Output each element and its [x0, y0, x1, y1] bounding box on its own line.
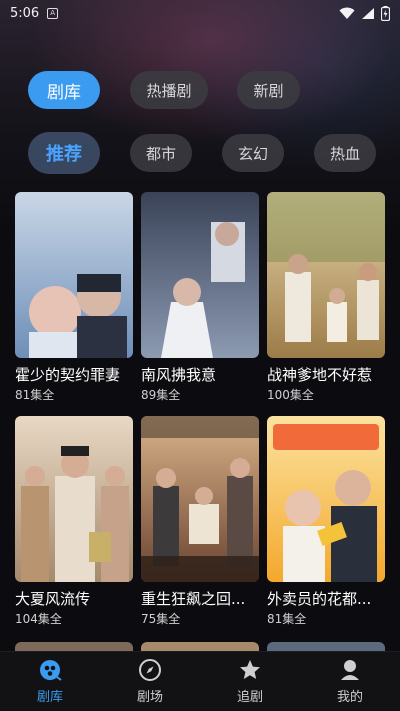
drama-poster[interactable] — [141, 416, 259, 582]
status-time: 5:06 — [10, 5, 40, 21]
drama-poster[interactable] — [141, 192, 259, 358]
drama-card[interactable]: 大夏风流传 104集全 — [15, 416, 133, 627]
wifi-icon — [339, 7, 355, 19]
drama-episodes: 89集全 — [141, 388, 181, 402]
drama-episodes: 81集全 — [15, 388, 55, 402]
drama-poster[interactable] — [267, 416, 385, 582]
drama-card[interactable]: 外卖员的花都... 81集全 — [267, 416, 385, 627]
drama-episodes: 81集全 — [267, 612, 307, 626]
drama-title: 战神爹地不好惹 — [267, 366, 373, 384]
drama-poster[interactable] — [267, 192, 385, 358]
nav-library-label: 剧库 — [36, 690, 63, 705]
library-icon — [40, 660, 62, 681]
drama-episodes: 75集全 — [141, 612, 181, 626]
drama-poster[interactable] — [15, 192, 133, 358]
drama-card[interactable]: 霍少的契约罪妻 81集全 — [15, 192, 133, 403]
nav-theater-label: 剧场 — [136, 690, 163, 705]
drama-title: 霍少的契约罪妻 — [15, 366, 121, 384]
top-tab-bar: 剧库 热播剧 新剧 — [0, 71, 400, 111]
notification-icon: A — [47, 7, 59, 19]
drama-card[interactable]: 南风拂我意 89集全 — [141, 192, 259, 403]
genre-tab-bar: 推荐 都市 玄幻 热血 — [0, 132, 400, 174]
nav-profile[interactable]: 我的 — [300, 652, 400, 711]
drama-poster[interactable] — [15, 416, 133, 582]
drama-episodes: 100集全 — [267, 388, 314, 402]
theater-icon — [139, 659, 161, 681]
nav-following-label: 追剧 — [236, 690, 263, 705]
tab-library[interactable]: 剧库 — [28, 71, 100, 109]
bottom-nav: 剧库 剧场 追剧 我的 — [0, 651, 400, 711]
genre-tab-fantasy[interactable]: 玄幻 — [222, 134, 284, 172]
nav-profile-label: 我的 — [336, 690, 363, 705]
signal-icon — [362, 7, 374, 19]
drama-card[interactable]: 战神爹地不好惹 100集全 — [267, 192, 385, 403]
battery-icon — [381, 5, 390, 21]
status-bar: 5:06 A — [0, 0, 400, 26]
tab-new[interactable]: 新剧 — [237, 71, 300, 109]
star-icon — [240, 660, 260, 679]
drama-title: 重生狂飙之回... — [141, 590, 246, 608]
genre-tab-recommended[interactable]: 推荐 — [28, 132, 100, 174]
drama-title: 南风拂我意 — [141, 366, 217, 384]
profile-icon — [341, 660, 359, 680]
tab-hot[interactable]: 热播剧 — [130, 71, 208, 109]
nav-following[interactable]: 追剧 — [200, 652, 300, 711]
genre-tab-action[interactable]: 热血 — [314, 134, 376, 172]
drama-title: 大夏风流传 — [15, 590, 91, 608]
drama-title: 外卖员的花都... — [267, 590, 372, 608]
drama-card[interactable]: 重生狂飙之回... 75集全 — [141, 416, 259, 627]
drama-episodes: 104集全 — [15, 612, 62, 626]
nav-library[interactable]: 剧库 — [0, 652, 100, 711]
nav-theater[interactable]: 剧场 — [100, 652, 200, 711]
genre-tab-urban[interactable]: 都市 — [130, 134, 192, 172]
